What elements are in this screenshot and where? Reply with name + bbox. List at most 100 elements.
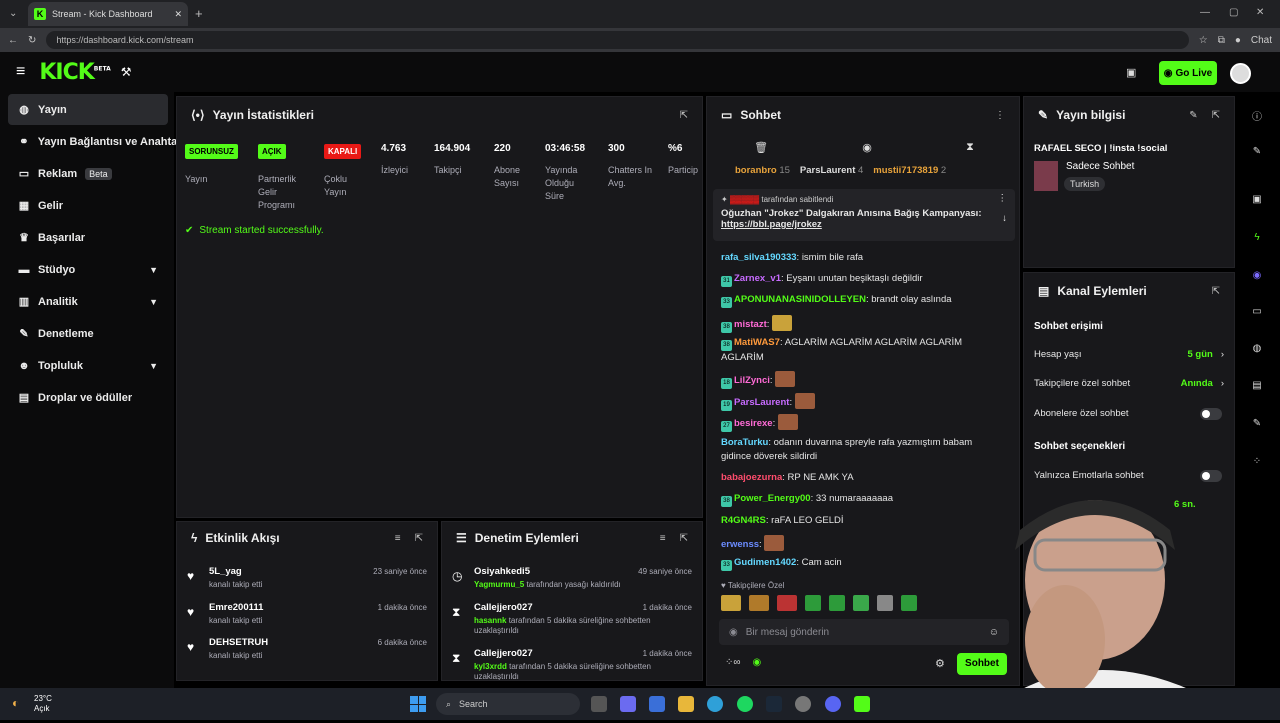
sidebar-item-analitik[interactable]: ▥ Analitik ▼ (8, 286, 168, 317)
taskbar-search[interactable]: ⌕ Search (436, 693, 580, 715)
emote[interactable] (749, 595, 769, 611)
weather-widget[interactable]: 23°C Açık (34, 694, 52, 714)
hourglass-icon[interactable]: ⧗ (966, 141, 974, 154)
avatar[interactable] (1230, 63, 1251, 84)
chat-user[interactable]: Zarnex_v1 (734, 273, 781, 284)
gifter-item[interactable]: boranbro 15 (735, 165, 790, 176)
kick-logo[interactable]: KICKBETA (39, 60, 110, 85)
maximize-icon[interactable]: ▢ (1229, 7, 1238, 18)
spotify-icon[interactable] (737, 696, 753, 712)
app-icon[interactable] (795, 696, 811, 712)
windows-start-icon[interactable] (410, 696, 426, 712)
chat-user[interactable]: R4GN4RS (721, 515, 766, 526)
emote[interactable] (777, 595, 797, 611)
kick-app-icon[interactable] (854, 696, 870, 712)
moderator-name[interactable]: kyl3xrdd (474, 662, 507, 671)
extensions-icon[interactable]: ⧉ (1218, 35, 1225, 46)
go-live-button[interactable]: ◉ Go Live (1159, 61, 1217, 85)
edge-browser-icon[interactable] (707, 696, 723, 712)
hammer-icon[interactable]: ⚒ (121, 65, 132, 79)
lightning-icon[interactable]: ϟ (1252, 232, 1262, 243)
sidebar-item-studyo[interactable]: ▬ Stüdyo ▼ (8, 254, 168, 285)
group-icon[interactable]: ⁘∞ (725, 657, 741, 668)
tab-list-icon[interactable]: ⌄ (9, 8, 17, 19)
emote[interactable] (829, 595, 845, 611)
profile-icon[interactable]: ● (1235, 35, 1241, 46)
kick-coin-icon[interactable]: ◉ (753, 657, 762, 668)
pinned-link[interactable]: https://bbl.page/jrokez (721, 219, 1007, 230)
monitor-icon[interactable]: ▣ (1126, 66, 1136, 79)
close-tab-icon[interactable]: ✕ (174, 9, 182, 20)
sidebar-item-denetleme[interactable]: ✎ Denetleme (8, 318, 168, 349)
chat-user[interactable]: Power_Energy00 (734, 493, 811, 504)
wrench-icon[interactable]: ✎ (1252, 418, 1262, 429)
popout-icon[interactable]: ⇱ (1212, 110, 1220, 121)
chat-user[interactable]: MatiWAS7 (734, 337, 780, 348)
popout-icon[interactable]: ⇱ (680, 533, 688, 544)
chat-user[interactable]: APONUNANASINIDOLLEYEN (734, 294, 866, 305)
emote[interactable] (877, 595, 893, 611)
browser-tab[interactable]: K Stream - Kick Dashboard ✕ (28, 2, 188, 26)
monitor-icon[interactable]: ▣ (1252, 194, 1262, 205)
sidebar-item-reklam[interactable]: ▭ Reklam Beta (8, 158, 168, 189)
chat-user[interactable]: erwenss (721, 539, 759, 550)
category-name[interactable]: Sadece Sohbet (1066, 161, 1134, 172)
chat-user[interactable]: ParsLaurent (734, 397, 789, 408)
moderation-user[interactable]: Osiyahkedi5 (474, 566, 530, 577)
sidebar-item-droplar[interactable]: ▤ Droplar ve ödüller (8, 382, 168, 413)
chat-bubble-icon[interactable]: ▭ (1252, 306, 1262, 317)
sidebar-item-stream-key[interactable]: ⚭ Yayın Bağlantısı ve Anahtar (8, 126, 178, 157)
sidebar-item-topluluk[interactable]: ☻ Topluluk ▼ (8, 350, 168, 381)
chat-user[interactable]: Gudimen1402 (734, 557, 796, 568)
minimize-icon[interactable]: — (1200, 7, 1210, 18)
pencil-icon[interactable]: ✎ (1252, 146, 1262, 157)
filter-icon[interactable]: ≡ (660, 533, 666, 544)
more-icon[interactable]: ⋮ (998, 193, 1008, 204)
moderation-user[interactable]: Callejjero027 (474, 648, 533, 659)
more-icon[interactable]: ⋮ (995, 110, 1005, 121)
account-age-row[interactable]: Hesap yaşı 5 gün › (1034, 349, 1224, 360)
menu-icon[interactable]: ≡ (16, 63, 25, 81)
chat-user[interactable]: besirexe (734, 418, 773, 429)
popout-icon[interactable]: ⇱ (415, 533, 423, 544)
url-field[interactable]: https://dashboard.kick.com/stream (46, 31, 1189, 49)
new-tab-icon[interactable]: + (195, 6, 203, 21)
language-tag[interactable]: Turkish (1064, 177, 1106, 191)
subs-chat-toggle[interactable] (1200, 408, 1222, 420)
arrow-down-icon[interactable]: ↓ (1002, 213, 1007, 224)
chat-user[interactable]: LilZynci (734, 375, 770, 386)
server-icon[interactable]: ▤ (1252, 380, 1262, 391)
moderation-user[interactable]: Callejjero027 (474, 602, 533, 613)
chat-user[interactable]: babajoezurna (721, 472, 782, 483)
popout-icon[interactable]: ⇱ (1212, 286, 1220, 297)
broadcast-icon[interactable]: ◍ (1252, 343, 1262, 354)
reload-icon[interactable]: ↻ (28, 35, 36, 46)
gifter-item[interactable]: ParsLaurent 4 (800, 165, 863, 176)
sidebar-item-gelir[interactable]: ▦ Gelir (8, 190, 168, 221)
activity-user[interactable]: Emre200111 (209, 602, 263, 613)
emote[interactable] (805, 595, 821, 611)
chat-user[interactable]: mistazt (734, 319, 767, 330)
chat-label[interactable]: Chat (1251, 35, 1272, 46)
comment-icon[interactable]: ◉ (862, 141, 872, 154)
sidebar-item-basarilar[interactable]: ♛ Başarılar (8, 222, 168, 253)
copilot-icon[interactable] (620, 696, 636, 712)
info-icon[interactable]: ⓘ (1252, 108, 1262, 123)
emote[interactable] (853, 595, 869, 611)
moderator-name[interactable]: hasannk (474, 616, 506, 625)
group-icon[interactable]: ⁘ (1252, 456, 1262, 467)
activity-user[interactable]: DEHSETRUH (209, 637, 268, 648)
popout-icon[interactable]: ⇱ (680, 110, 688, 121)
file-explorer-icon[interactable] (678, 696, 694, 712)
sidebar-item-yayin[interactable]: ◍ Yayın (8, 94, 168, 125)
chat-user[interactable]: BoraTurku (721, 437, 768, 448)
followers-chat-row[interactable]: Takipçilere özel sohbet Anında › (1034, 378, 1224, 389)
gifter-item[interactable]: mustii7173819 2 (873, 165, 946, 176)
record-icon[interactable]: ◉ (1252, 270, 1262, 281)
edit-icon[interactable]: ✎ (1189, 110, 1197, 121)
discord-icon[interactable] (825, 696, 841, 712)
task-view-icon[interactable] (591, 696, 607, 712)
close-window-icon[interactable]: ✕ (1256, 7, 1264, 18)
trash-icon[interactable]: 🗑 (754, 141, 768, 154)
back-icon[interactable]: ← (8, 35, 18, 46)
